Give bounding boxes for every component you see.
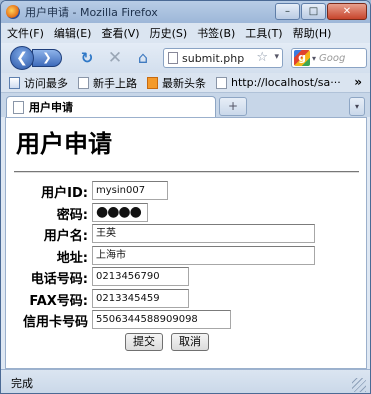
fax-field[interactable]: 0213345459 (92, 289, 189, 308)
title-bar: 用户申请 - Mozilla Firefox – □ ✕ (1, 1, 370, 23)
menu-file[interactable]: 文件(F) (7, 25, 44, 41)
status-text: 完成 (11, 377, 33, 390)
phone-label: 电话号码: (30, 272, 88, 287)
bookmarks-toolbar: 访问最多 新手上路 最新头条 http://localhost/sa··· (1, 73, 370, 93)
status-bar: 完成 (1, 369, 370, 393)
password-field[interactable]: ●●●● (92, 203, 148, 222)
page-content: 用户申请 用户ID: mysin007 密码: ●●●● 用户名: 王英 地址:… (5, 117, 367, 369)
menu-bookmarks[interactable]: 书签(B) (197, 25, 235, 41)
bookmark-most-visited[interactable]: 访问最多 (9, 75, 68, 91)
url-bar[interactable]: submit.php ☆ ▾ (163, 48, 283, 68)
window-controls: – □ ✕ (275, 3, 367, 20)
bookmark-latest-headlines[interactable]: 最新头条 (147, 75, 206, 91)
tab-list-button[interactable]: ▾ (349, 97, 365, 116)
bookmark-label: 最新头条 (162, 76, 206, 90)
username-field[interactable]: 王英 (92, 224, 315, 243)
page-icon (168, 52, 178, 64)
form-row-card: 信用卡号码 5506344588909098 (6, 310, 368, 330)
bookmark-label: 访问最多 (24, 76, 68, 90)
form-row-fax: FAX号码: 0213345459 (6, 289, 368, 309)
bookmark-label: 新手上路 (93, 76, 137, 90)
forward-button[interactable]: ❯ (32, 49, 62, 67)
close-button[interactable]: ✕ (327, 3, 367, 20)
tab-label: 用户申请 (29, 101, 73, 114)
bookmark-label: http://localhost/sa··· (231, 76, 341, 89)
userid-field[interactable]: mysin007 (92, 181, 168, 200)
username-label: 用户名: (43, 229, 88, 244)
bookmark-getting-started[interactable]: 新手上路 (78, 75, 137, 91)
form-row-phone: 电话号码: 0213456790 (6, 267, 368, 287)
address-label: 地址: (56, 251, 88, 266)
userid-label: 用户ID: (41, 186, 88, 201)
resize-grip-icon[interactable] (352, 378, 366, 392)
menu-edit[interactable]: 编辑(E) (54, 25, 92, 41)
menu-history[interactable]: 历史(S) (150, 25, 188, 41)
bookmark-localhost[interactable]: http://localhost/sa··· (216, 76, 341, 89)
browser-window: 用户申请 - Mozilla Firefox – □ ✕ 文件(F) 编辑(E)… (0, 0, 371, 394)
reload-icon[interactable]: ↻ (77, 48, 97, 68)
minimize-button[interactable]: – (275, 3, 300, 20)
cancel-button[interactable]: 取消 (171, 333, 209, 351)
stop-icon[interactable]: ✕ (105, 48, 125, 68)
search-engine-dropdown-icon[interactable]: ▾ (312, 54, 316, 63)
page-icon (78, 76, 89, 89)
card-field[interactable]: 5506344588909098 (92, 310, 231, 329)
page-icon (13, 100, 24, 114)
form-row-username: 用户名: 王英 (6, 224, 368, 244)
rss-icon (147, 76, 158, 89)
bookmarks-overflow-chevron-icon[interactable]: » (354, 75, 362, 89)
form-buttons: 提交 取消 (6, 333, 368, 353)
card-label: 信用卡号码 (22, 315, 88, 330)
page-title: 用户申请 (16, 130, 112, 158)
home-icon[interactable]: ⌂ (133, 48, 153, 68)
password-label: 密码: (56, 208, 88, 223)
maximize-button[interactable]: □ (301, 3, 326, 20)
search-input[interactable]: Goog (319, 53, 345, 64)
menu-bar: 文件(F) 编辑(E) 查看(V) 历史(S) 书签(B) 工具(T) 帮助(H… (1, 23, 370, 43)
address-field[interactable]: 上海市 (92, 246, 315, 265)
fax-label: FAX号码: (29, 294, 88, 309)
navigation-toolbar: ❯ ❮ ↻ ✕ ⌂ submit.php ☆ ▾ g ▾ Goog (1, 43, 370, 73)
back-forward-group: ❯ ❮ (10, 46, 62, 70)
bookmark-folder-icon (9, 76, 20, 89)
star-icon[interactable]: ☆ (256, 50, 268, 65)
page-icon (216, 76, 227, 89)
menu-view[interactable]: 查看(V) (101, 25, 139, 41)
form-row-password: 密码: ●●●● (6, 203, 368, 223)
divider (14, 171, 359, 173)
menu-tools[interactable]: 工具(T) (245, 25, 282, 41)
form-row-address: 地址: 上海市 (6, 246, 368, 266)
url-text[interactable]: submit.php (182, 52, 244, 65)
firefox-logo-icon (6, 5, 20, 19)
phone-field[interactable]: 0213456790 (92, 267, 189, 286)
url-dropdown-icon[interactable]: ▾ (274, 52, 279, 62)
menu-help[interactable]: 帮助(H) (293, 25, 332, 41)
back-button[interactable]: ❮ (10, 46, 34, 70)
form-row-userid: 用户ID: mysin007 (6, 181, 368, 201)
search-box[interactable]: g ▾ Goog (291, 48, 367, 68)
submit-button[interactable]: 提交 (125, 333, 163, 351)
tab-strip: 用户申请 + ▾ (1, 93, 370, 117)
window-title: 用户申请 - Mozilla Firefox (25, 6, 158, 19)
tab-user-application[interactable]: 用户申请 (6, 96, 216, 117)
new-tab-button[interactable]: + (219, 97, 247, 116)
google-icon[interactable]: g (294, 50, 310, 66)
